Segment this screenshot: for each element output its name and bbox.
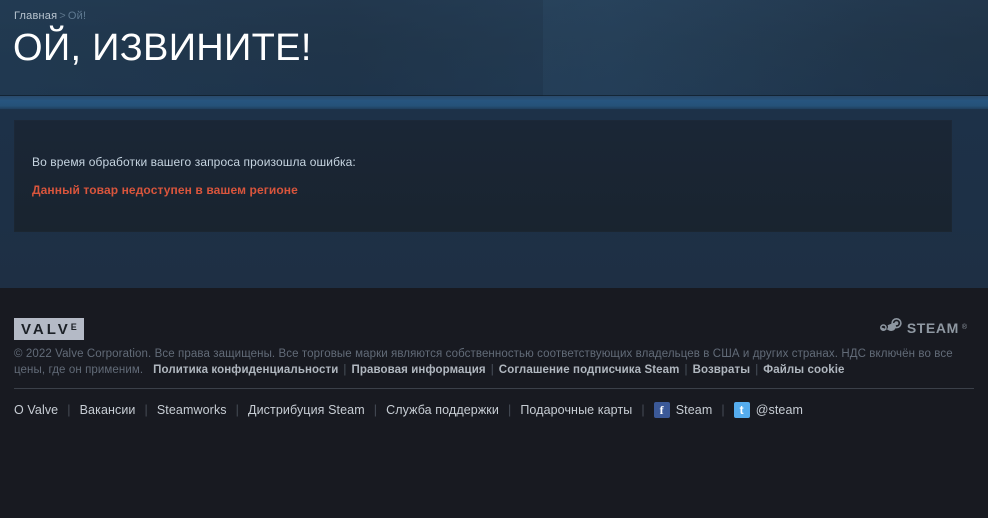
nav-link-about-valve[interactable]: О Valve [14,403,58,417]
twitter-label: @steam [755,403,804,417]
twitter-icon: t [733,402,750,418]
breadcrumb-current: Ой! [67,10,87,22]
valve-logo-superscript: E [70,322,77,332]
legal-link-cookies[interactable]: Файлы cookie [763,364,844,376]
legal-text-block: © 2022 Valve Corporation. Все права защи… [14,346,974,378]
nav-link-jobs[interactable]: Вакансии [80,403,136,417]
steam-trademark: ® [961,324,967,331]
main-content: Во время обработки вашего запроса произо… [0,110,988,288]
error-detail-text: Данный товар недоступен в вашем регионе [32,183,298,197]
page-header: Главная > Ой! ОЙ, ИЗВИНИТЕ! [0,0,988,96]
nav-separator: | [507,403,512,417]
legal-separator: | [343,364,347,376]
footer-nav: О Valve | Вакансии | Steamworks | Дистри… [14,402,974,418]
legal-link-privacy[interactable]: Политика конфиденциальности [153,364,338,376]
nav-link-steam-distribution[interactable]: Дистрибуция Steam [248,403,365,417]
error-intro-text: Во время обработки вашего запроса произо… [32,155,356,169]
steam-logo: STEAM ® [878,316,967,339]
nav-separator: | [235,403,240,417]
legal-separator: | [490,364,494,376]
nav-separator: | [721,403,725,417]
page-title: ОЙ, ИЗВИНИТЕ! [13,27,312,69]
steam-valve-icon [878,316,904,339]
steam-wordmark: STEAM [906,319,959,336]
nav-link-gift-cards[interactable]: Подарочные карты [520,403,632,417]
nav-separator: | [641,403,645,417]
nav-separator: | [144,403,148,417]
legal-link-refunds[interactable]: Возвраты [693,364,751,376]
facebook-icon: f [653,402,670,418]
valve-logo-text: VALV [21,321,71,338]
page-footer: VALVE STEAM ® © 2022 Valve Corporation. В… [0,288,988,518]
facebook-label: Steam [675,403,713,417]
legal-separator: | [684,364,688,376]
legal-links: Политика конфиденциальности | Правовая инф… [147,364,845,376]
legal-separator: | [755,364,759,376]
header-accent-band [0,96,988,110]
breadcrumb-separator: > [59,10,66,22]
legal-link-legal[interactable]: Правовая информация [352,364,486,376]
legal-link-subscriber-agreement[interactable]: Соглашение подписчика Steam [499,364,680,376]
copyright-text: © 2022 Valve Corporation. Все права защи… [14,348,839,360]
footer-divider [14,388,974,389]
valve-logo: VALVE [14,318,84,340]
nav-separator: | [373,403,378,417]
breadcrumb: Главная > Ой! [0,0,988,23]
nav-link-support[interactable]: Служба поддержки [386,403,499,417]
nav-link-facebook[interactable]: f Steam [653,402,713,418]
breadcrumb-link-home[interactable]: Главная [14,10,57,22]
nav-link-twitter[interactable]: t @steam [733,402,804,418]
footer-logo-row: VALVE STEAM ® [14,288,974,340]
error-panel: Во время обработки вашего запроса произо… [14,120,952,232]
nav-link-steamworks[interactable]: Steamworks [157,403,227,417]
nav-separator: | [67,403,71,417]
